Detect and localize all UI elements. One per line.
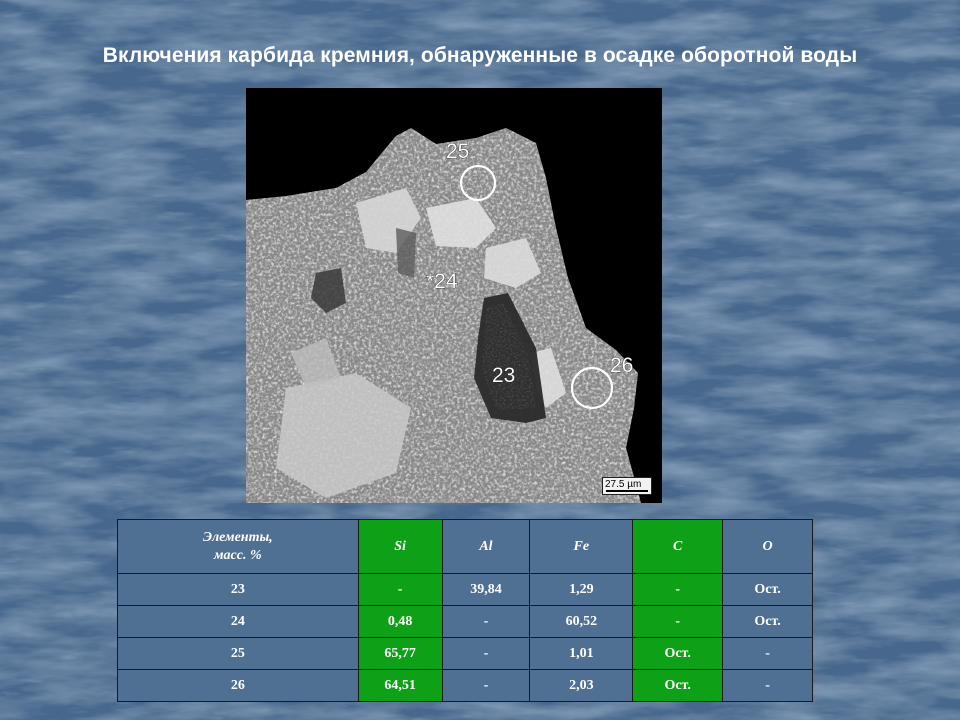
cell-al: - (441, 637, 531, 670)
header-elements-line2: масс. % (213, 547, 262, 563)
cell-fe: 1,01 (529, 637, 634, 670)
cell-al: - (441, 605, 531, 638)
sem-micrograph: 25 *24 23 26 27.5 µm (246, 88, 662, 503)
scale-bar-line (606, 490, 648, 492)
cell-o: - (722, 637, 813, 670)
scale-bar-label: 27.5 µm (605, 479, 642, 490)
cell-si: 0,48 (357, 605, 443, 638)
point-label-24: *24 (426, 270, 458, 293)
header-o: O (722, 519, 813, 574)
header-elements: Элементы, масс. % (117, 519, 359, 574)
table-row: 26 64,51 - 2,03 Ост. - (117, 669, 813, 702)
point-label-25: 25 (446, 140, 469, 163)
cell-c: - (632, 605, 724, 638)
cell-al: - (441, 669, 531, 702)
cell-o: - (722, 669, 813, 702)
cell-si: 65,77 (357, 637, 443, 670)
table-row: 24 0,48 - 60,52 - Ост. (117, 605, 813, 638)
header-elements-line1: Элементы, (202, 529, 273, 545)
row-id: 25 (117, 637, 359, 670)
cell-c: - (632, 573, 724, 606)
composition-table: Элементы, масс. % Si Al Fe C O 23 - 39,8… (117, 519, 813, 702)
slide-title: Включения карбида кремния, обнаруженные … (102, 44, 858, 67)
cell-c: Ост. (632, 669, 724, 702)
header-si: Si (357, 519, 443, 574)
header-fe: Fe (529, 519, 634, 574)
header-c: C (632, 519, 724, 574)
cell-c: Ост. (632, 637, 724, 670)
cell-fe: 2,03 (529, 669, 634, 702)
table-row: 23 - 39,84 1,29 - Ост. (117, 573, 813, 606)
cell-si: - (357, 573, 443, 606)
row-id: 23 (117, 573, 359, 606)
cell-al: 39,84 (441, 573, 531, 606)
micrograph-image: 25 *24 23 26 (246, 88, 662, 503)
row-id: 24 (117, 605, 359, 638)
point-label-26: 26 (610, 354, 633, 377)
cell-o: Ост. (722, 573, 813, 606)
table-row: 25 65,77 - 1,01 Ост. - (117, 637, 813, 670)
point-label-23: 23 (492, 364, 515, 387)
cell-si: 64,51 (357, 669, 443, 702)
cell-fe: 1,29 (529, 573, 634, 606)
cell-o: Ост. (722, 605, 813, 638)
cell-fe: 60,52 (529, 605, 634, 638)
row-id: 26 (117, 669, 359, 702)
header-al: Al (441, 519, 531, 574)
table-header-row: Элементы, масс. % Si Al Fe C O (117, 519, 813, 574)
scale-bar: 27.5 µm (602, 477, 652, 495)
